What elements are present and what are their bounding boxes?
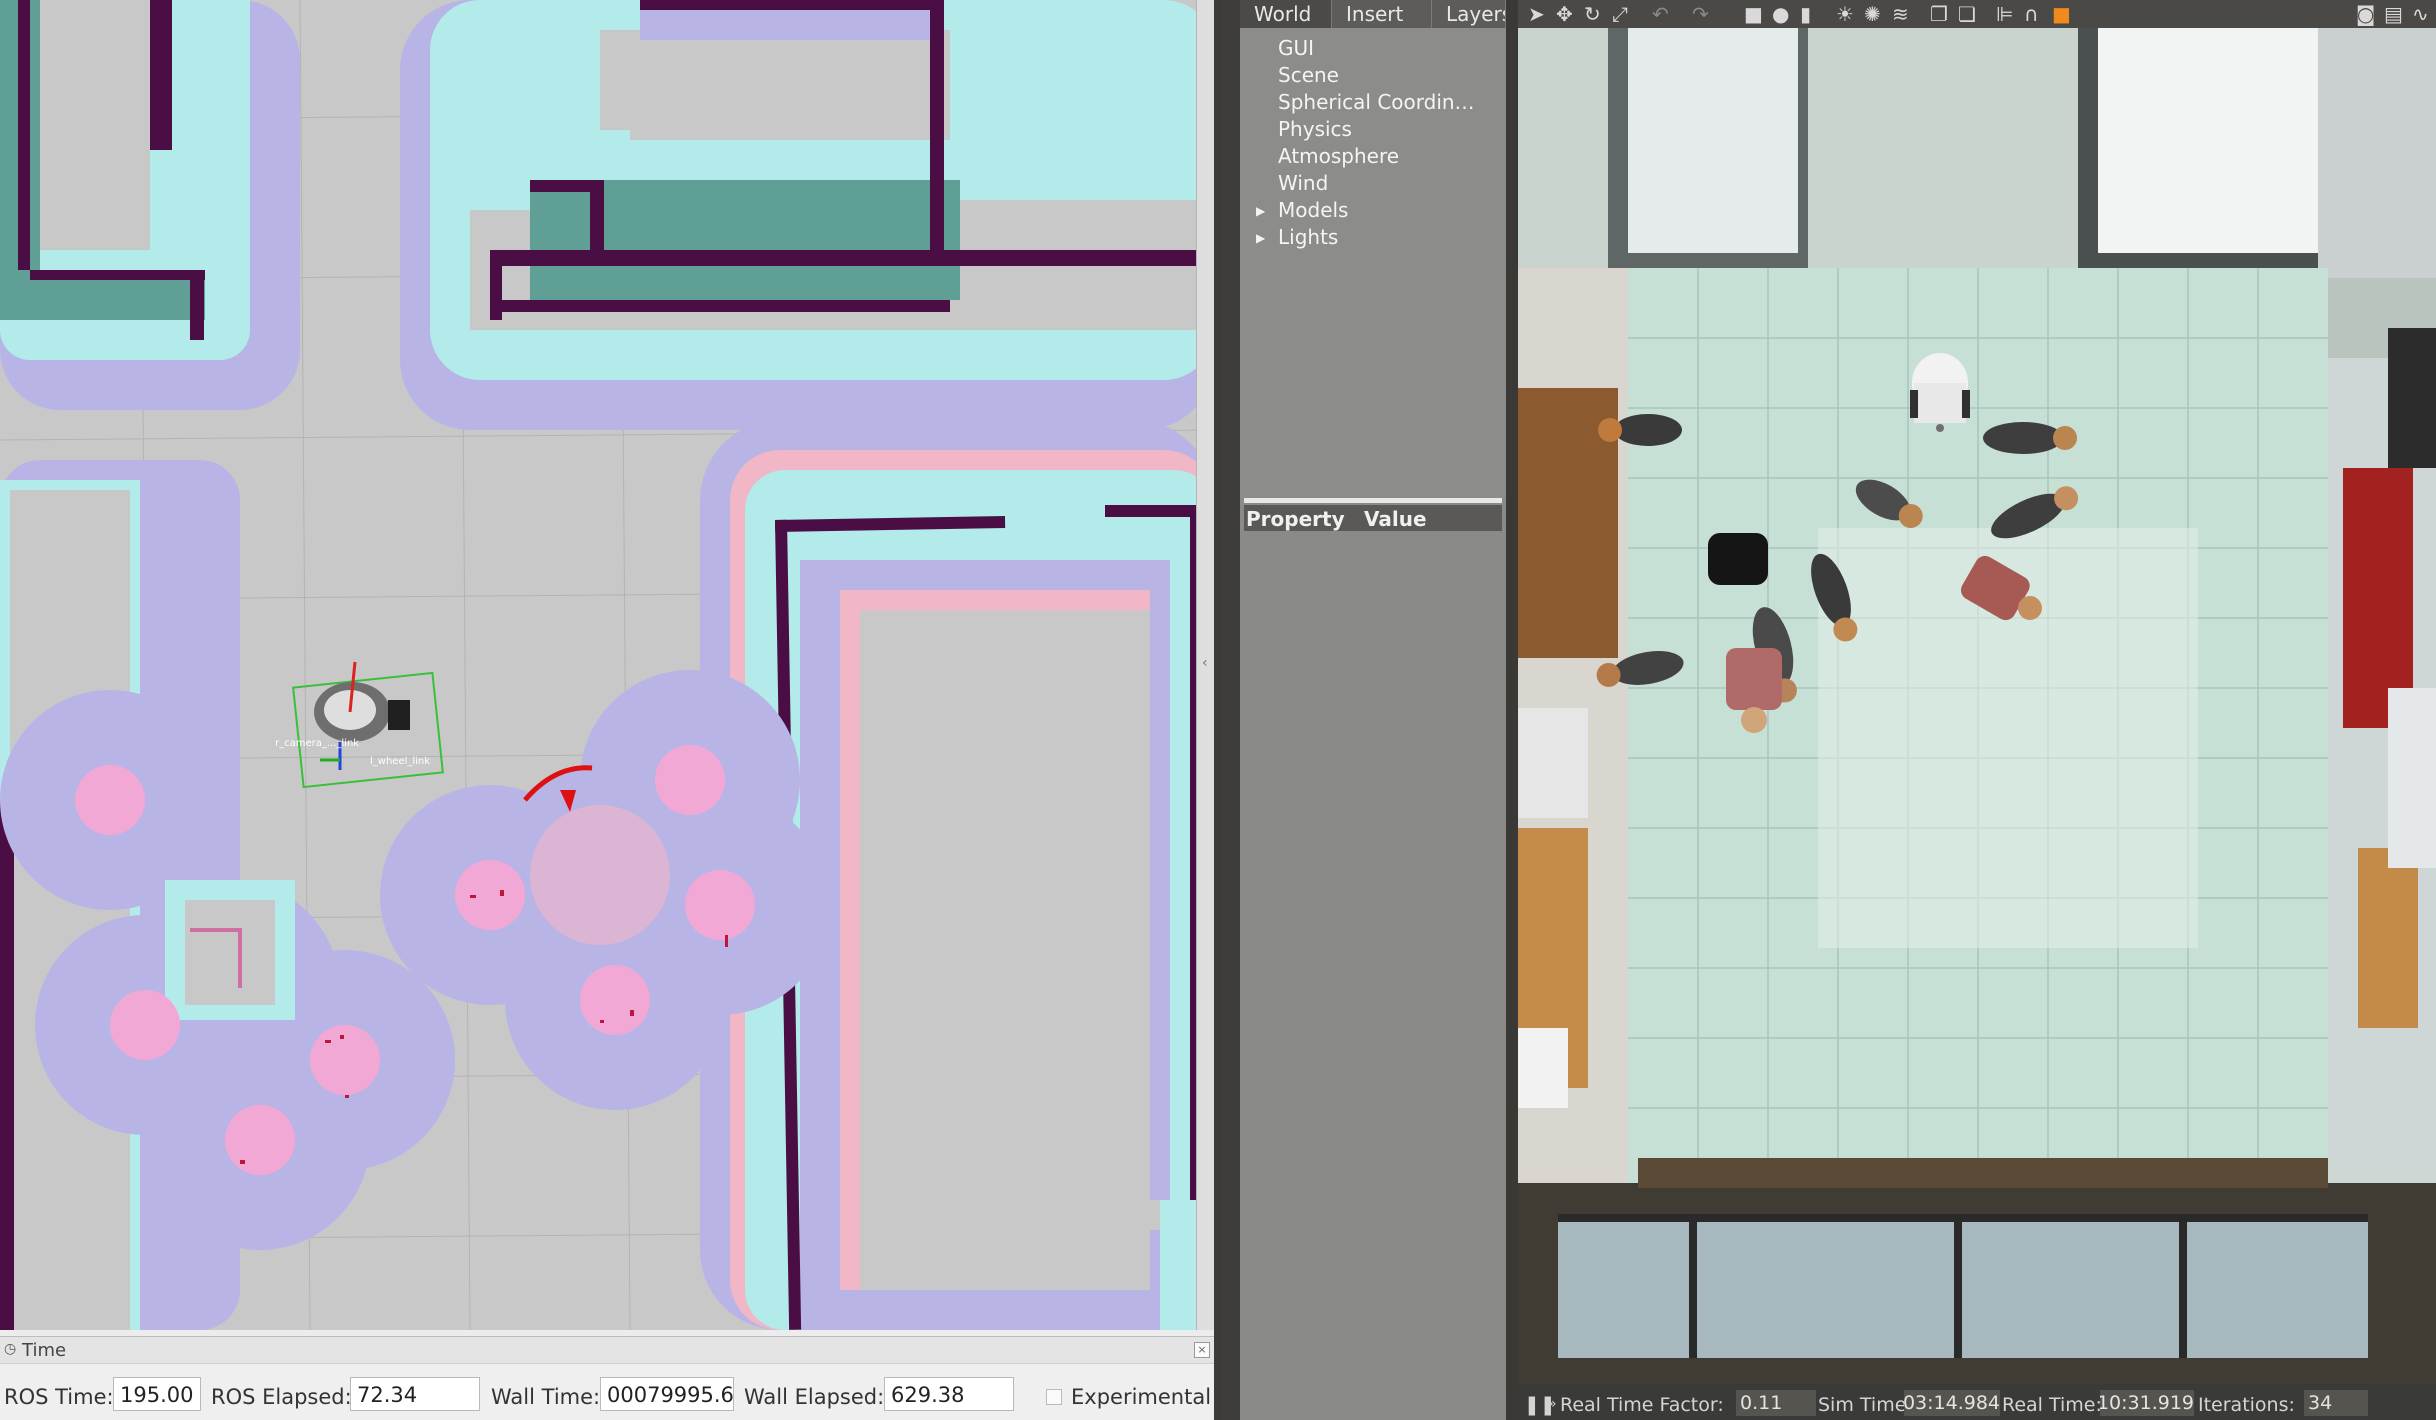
point-light-icon[interactable]: ☀ xyxy=(1836,2,1854,26)
ros-time-field[interactable]: 195.00 xyxy=(113,1377,201,1411)
screenshot-icon[interactable]: ◙ xyxy=(2356,2,2375,26)
tree-item-physics[interactable]: Physics xyxy=(1278,117,1352,141)
plot-icon[interactable]: ∿ xyxy=(2412,2,2429,26)
time-panel-header: ◷ Time × xyxy=(0,1337,1214,1364)
costmap-room-top-center xyxy=(400,0,1214,430)
costmap-room-top-left xyxy=(0,0,300,410)
scale-icon[interactable]: ⤢ xyxy=(1612,2,1628,26)
property-table-header: Property Value xyxy=(1244,505,1502,531)
change-view-icon[interactable]: ■ xyxy=(2052,2,2071,26)
close-icon[interactable]: × xyxy=(1194,1342,1210,1358)
rviz-3d-map-view[interactable]: r_camera_..._link l_wheel_link xyxy=(0,0,1214,1330)
tree-item-gui[interactable]: GUI xyxy=(1278,36,1314,60)
scene-chair xyxy=(1708,533,1768,585)
gazebo-tab-bar: World Insert Layers xyxy=(1240,0,1506,28)
rviz-window: r_camera_..._link l_wheel_link ‹ ◷ Time … xyxy=(0,0,1214,1420)
wall-time-label: Wall Time: xyxy=(491,1385,601,1409)
snap-icon[interactable]: ∩ xyxy=(2024,2,2039,26)
real-time-factor-value: 0.11 xyxy=(1736,1390,1816,1416)
sphere-shape-icon[interactable]: ● xyxy=(1772,2,1789,26)
redo-icon[interactable]: ↷ xyxy=(1692,2,1709,26)
cylinder-shape-icon[interactable]: ▮ xyxy=(1800,2,1811,26)
scene-robot xyxy=(1910,353,1970,432)
time-panel: ◷ Time × ROS Time: 195.00 ROS Elapsed: 7… xyxy=(0,1336,1214,1420)
gazebo-status-bar: ❚❚ » Real Time Factor: 0.11 Sim Time: 00… xyxy=(1518,1384,2436,1420)
gazebo-left-panel: World Insert Layers GUI Scene Spherical … xyxy=(1240,0,1506,1420)
value-column-header: Value xyxy=(1364,507,1427,531)
rotate-icon[interactable]: ↻ xyxy=(1584,2,1601,26)
tree-item-lights[interactable]: Lights xyxy=(1278,225,1338,249)
gazebo-3d-scene-view[interactable] xyxy=(1518,28,2436,1384)
gazebo-window: World Insert Layers GUI Scene Spherical … xyxy=(1222,0,2436,1420)
robot-model: r_camera_..._link l_wheel_link xyxy=(275,661,444,789)
expand-arrow-icon[interactable]: ▶ xyxy=(1256,204,1265,218)
translate-icon[interactable]: ✥ xyxy=(1556,2,1573,26)
panel-divider[interactable] xyxy=(1506,0,1518,1420)
iterations-label: Iterations: xyxy=(2198,1394,2295,1416)
experimental-checkbox[interactable] xyxy=(1046,1389,1062,1405)
tab-world[interactable]: World xyxy=(1240,0,1332,28)
paste-icon[interactable]: ❏ xyxy=(1958,2,1976,26)
wall-elapsed-field[interactable]: 629.38 xyxy=(884,1377,1014,1411)
iterations-value: 34 xyxy=(2304,1390,2368,1416)
tree-item-wind[interactable]: Wind xyxy=(1278,171,1328,195)
robot-frame-label: r_camera_..._link xyxy=(275,738,359,749)
undo-icon[interactable]: ↶ xyxy=(1652,2,1669,26)
time-panel-title: Time xyxy=(22,1340,67,1361)
splitter-grip-icon: ‹ xyxy=(1202,655,1208,671)
step-icon[interactable]: » xyxy=(1548,1396,1557,1412)
experimental-label: Experimental xyxy=(1071,1385,1212,1409)
tree-item-spherical-coordinates[interactable]: Spherical Coordin… xyxy=(1278,90,1475,114)
wall-time-field[interactable]: 00079995.65 xyxy=(600,1377,734,1411)
tab-insert[interactable]: Insert xyxy=(1332,0,1432,28)
wall-elapsed-label: Wall Elapsed: xyxy=(744,1385,885,1409)
real-time-label: Real Time: xyxy=(2002,1394,2102,1416)
select-arrow-icon[interactable]: ➤ xyxy=(1528,2,1545,26)
align-icon[interactable]: ⊫ xyxy=(1996,2,2013,26)
gazebo-toolbar: ➤ ✥ ↻ ⤢ ↶ ↷ ■ ● ▮ ☀ ✺ ≋ ❐ ❏ ⊫ ∩ ■ ◙ ▤ ∿ xyxy=(1518,0,2436,28)
directional-light-icon[interactable]: ≋ xyxy=(1892,2,1909,26)
property-column-header: Property xyxy=(1246,507,1345,531)
expand-arrow-icon[interactable]: ▶ xyxy=(1256,231,1265,245)
panel-separator[interactable] xyxy=(1244,498,1502,503)
ros-elapsed-field[interactable]: 72.34 xyxy=(350,1377,480,1411)
log-icon[interactable]: ▤ xyxy=(2384,2,2403,26)
scene-render xyxy=(1518,28,2436,1384)
box-shape-icon[interactable]: ■ xyxy=(1744,2,1763,26)
real-time-value: 00:10:31.919 xyxy=(2100,1390,2194,1416)
tab-layers[interactable]: Layers xyxy=(1432,0,1506,28)
copy-icon[interactable]: ❐ xyxy=(1930,2,1948,26)
robot-frame-label: l_wheel_link xyxy=(370,756,430,767)
costmap-render: r_camera_..._link l_wheel_link xyxy=(0,0,1214,1330)
tree-item-atmosphere[interactable]: Atmosphere xyxy=(1278,144,1399,168)
world-tree: GUI Scene Spherical Coordin… Physics Atm… xyxy=(1240,28,1506,498)
rviz-splitter[interactable]: ‹ xyxy=(1196,0,1214,1330)
ros-elapsed-label: ROS Elapsed: xyxy=(211,1385,352,1409)
sim-time-label: Sim Time: xyxy=(1818,1394,1913,1416)
real-time-factor-label: Real Time Factor: xyxy=(1560,1394,1724,1416)
property-table-body xyxy=(1244,531,1502,1420)
sim-time-value: 00:03:14.984 xyxy=(1904,1390,2000,1416)
tree-item-scene[interactable]: Scene xyxy=(1278,63,1339,87)
clock-icon: ◷ xyxy=(4,1341,17,1357)
tree-item-models[interactable]: Models xyxy=(1278,198,1348,222)
ros-time-label: ROS Time: xyxy=(4,1385,114,1409)
spot-light-icon[interactable]: ✺ xyxy=(1864,2,1881,26)
